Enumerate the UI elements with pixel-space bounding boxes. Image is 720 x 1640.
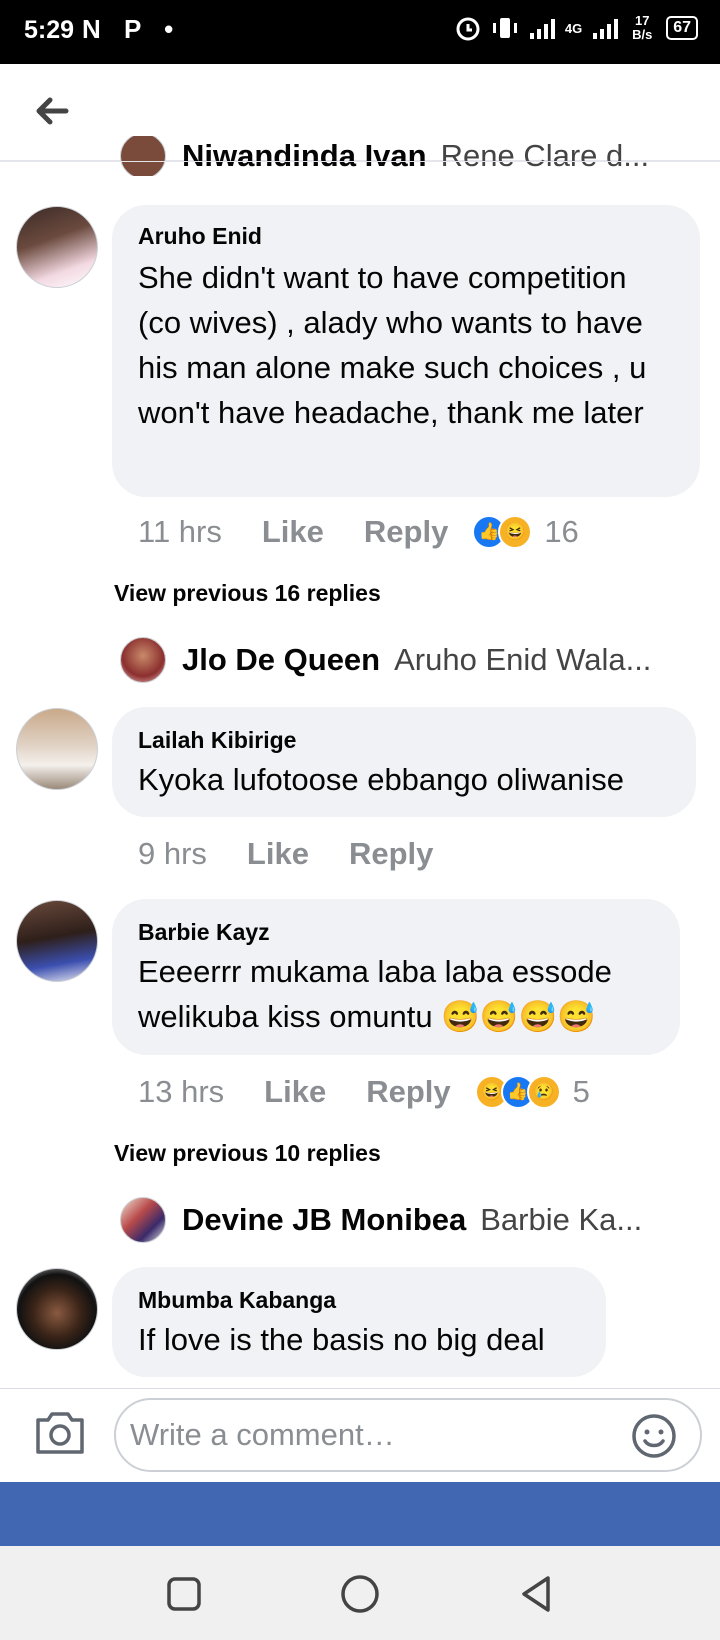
comment-author[interactable]: Lailah Kibirige xyxy=(138,727,296,754)
view-previous-replies[interactable]: View previous 10 replies xyxy=(114,1140,381,1167)
signal-icon-2 xyxy=(593,19,619,39)
avatar xyxy=(120,1197,166,1243)
reply-author: Devine JB Monibea xyxy=(182,1202,467,1237)
vibrate-icon xyxy=(492,18,517,38)
net-speed: 17 B/s xyxy=(632,13,653,42)
avatar[interactable] xyxy=(16,708,98,790)
reactions[interactable]: 👍 😆 xyxy=(472,515,533,549)
reply-preview[interactable]: Devine JB Monibea Barbie Ka... xyxy=(120,1197,642,1243)
arrow-left-icon[interactable] xyxy=(28,86,78,136)
reply-text: Aruho Enid Wala... xyxy=(394,642,652,677)
header-divider xyxy=(0,161,720,162)
recent-apps-icon[interactable] xyxy=(166,1576,202,1612)
status-bar: 5:29 N P • 4G 17 B/s 67 xyxy=(0,0,720,64)
avatar[interactable] xyxy=(16,900,98,982)
reply-preview[interactable]: Jlo De Queen Aruho Enid Wala... xyxy=(120,637,651,683)
view-previous-replies[interactable]: View previous 16 replies xyxy=(114,580,381,607)
comment-actions: 9 hrs Like Reply xyxy=(138,834,433,874)
home-icon[interactable] xyxy=(340,1574,380,1614)
comment-input-placeholder: Write a comment… xyxy=(130,1417,395,1452)
status-time: 5:29 xyxy=(24,16,75,44)
avatar[interactable] xyxy=(16,206,98,288)
sad-reaction-icon: 😢 xyxy=(526,1075,561,1109)
comment-time: 11 hrs xyxy=(138,514,222,549)
comment-text: If love is the basis no big deal xyxy=(138,1322,545,1357)
app-bottom-bar xyxy=(0,1482,720,1546)
battery-icon: 67 xyxy=(666,16,698,40)
back-triangle-icon[interactable] xyxy=(518,1574,554,1614)
avatar xyxy=(120,637,166,683)
alarm-icon xyxy=(456,17,480,41)
reply-button[interactable]: Reply xyxy=(349,836,433,872)
comment-bubble[interactable]: Lailah Kibirige Kyoka lufotoose ebbango … xyxy=(112,707,696,817)
comment-input[interactable]: Write a comment… xyxy=(114,1398,702,1472)
emoji-icon[interactable] xyxy=(630,1412,678,1460)
reply-button[interactable]: Reply xyxy=(364,514,448,550)
comment-author[interactable]: Mbumba Kabanga xyxy=(138,1287,336,1314)
reply-button[interactable]: Reply xyxy=(366,1074,450,1110)
reactions[interactable]: 😆 👍 😢 xyxy=(474,1075,561,1109)
comment-bubble[interactable]: Aruho Enid She didn't want to have compe… xyxy=(112,205,700,497)
comment-text: Eeeerrr mukama laba laba essode welikuba… xyxy=(138,954,612,1034)
network-type: 4G xyxy=(564,20,583,36)
reply-author: Jlo De Queen xyxy=(182,642,381,677)
reply-preview-partial[interactable]: Niwandinda Ivan Rene Clare d... xyxy=(120,136,680,176)
comment-text: She didn't want to have competition (co … xyxy=(138,260,647,430)
reply-text: Rene Clare d... xyxy=(440,138,650,173)
haha-reaction-icon: 😆 xyxy=(498,515,533,549)
reaction-count: 5 xyxy=(572,1074,590,1109)
like-button[interactable]: Like xyxy=(247,836,309,872)
comment-text: Kyoka lufotoose ebbango oliwanise xyxy=(138,762,625,797)
comment-actions: 13 hrs Like Reply 😆 👍 😢 5 xyxy=(138,1072,590,1112)
status-right-icons: 4G 17 B/s 67 xyxy=(455,14,698,42)
reaction-count: 16 xyxy=(544,514,579,549)
avatar xyxy=(120,136,166,176)
comment-bubble[interactable]: Mbumba Kabanga If love is the basis no b… xyxy=(112,1267,606,1377)
notification-icons-text: N P • xyxy=(82,14,182,44)
notification-icons: N P • xyxy=(82,14,181,45)
comment-actions: 11 hrs Like Reply 👍 😆 16 xyxy=(138,512,579,552)
system-nav-bar xyxy=(0,1546,720,1640)
comment-author[interactable]: Barbie Kayz xyxy=(138,919,270,946)
comment-time: 9 hrs xyxy=(138,836,207,871)
avatar[interactable] xyxy=(16,1268,98,1350)
like-button[interactable]: Like xyxy=(264,1074,326,1110)
camera-icon[interactable] xyxy=(34,1408,86,1456)
comment-time: 13 hrs xyxy=(138,1074,225,1109)
comment-author[interactable]: Aruho Enid xyxy=(138,223,262,250)
signal-icon xyxy=(529,19,555,39)
comment-bubble[interactable]: Barbie Kayz Eeeerrr mukama laba laba ess… xyxy=(112,899,680,1055)
like-button[interactable]: Like xyxy=(262,514,324,550)
reply-author: Niwandinda Ivan xyxy=(182,138,427,173)
reply-text: Barbie Ka... xyxy=(480,1202,643,1237)
